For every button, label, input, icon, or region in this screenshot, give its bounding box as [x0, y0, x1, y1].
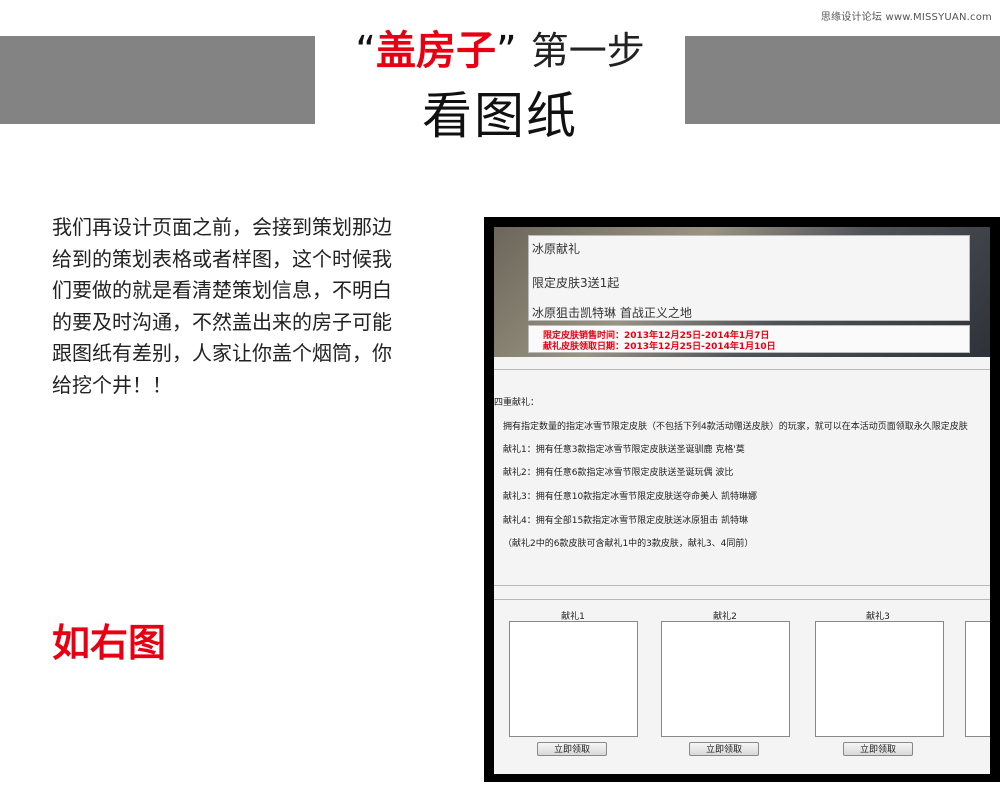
claim-button[interactable]: 立即领取: [843, 742, 913, 756]
banner-text-box: 冰原献礼 限定皮肤3送1起 冰原狙击凯特琳 首战正义之地: [528, 235, 970, 321]
page-subtitle: 看图纸: [422, 87, 578, 145]
intro-line: 给到的策划表格或者样图，这个时候我: [52, 246, 392, 271]
intro-line: 们要做的就是看清楚策划信息，不明白: [52, 278, 392, 302]
gift-rule: 献礼3：拥有任意10款指定冰雪节限定皮肤送夺命美人 凯特琳娜: [503, 492, 758, 502]
banner-dates-box: 限定皮肤销售时间：2013年12月25日-2014年1月7日 献礼皮肤领取日期：…: [528, 325, 970, 353]
page-title: “盖房子” 第一步: [0, 18, 1000, 76]
gift-card-image: [509, 621, 638, 737]
gift-rule: 献礼1：拥有任意3款指定冰雪节限定皮肤送圣诞驯鹿 克格'莫: [503, 445, 745, 455]
intro-line: 跟图纸有差别，人家让你盖个烟筒，你: [52, 341, 392, 365]
divider: [494, 369, 990, 370]
intro-line: 我们再设计页面之前，会接到策划那边: [52, 215, 392, 239]
quote-open: “: [355, 28, 376, 74]
rules-intro: 拥有指定数量的指定冰雪节限定皮肤（不包括下列4款活动赠送皮肤）的玩家，就可以在本…: [503, 422, 968, 432]
banner-subtitle: 限定皮肤3送1起: [532, 276, 620, 290]
gift-card-image: [815, 621, 944, 737]
gift-card-image: [661, 621, 790, 737]
see-right-label: 如右图: [52, 621, 167, 665]
intro-paragraph: 我们再设计页面之前，会接到策划那边 给到的策划表格或者样图，这个时候我 们要做的…: [52, 212, 472, 401]
title-step: 第一步: [530, 29, 645, 73]
title-highlight: 盖房子: [375, 28, 496, 74]
mockup-banner: 冰原献礼 限定皮肤3送1起 冰原狙击凯特琳 首战正义之地 限定皮肤销售时间：20…: [494, 227, 990, 357]
rules-note: （献礼2中的6款皮肤可含献礼1中的3款皮肤，献礼3、4同前）: [503, 539, 754, 549]
claim-time: 献礼皮肤领取日期：2013年12月25日-2014年1月10日: [543, 342, 776, 352]
divider: [494, 599, 990, 600]
gift-rule: 献礼4：拥有全部15款指定冰雪节限定皮肤送冰原狙击 凯特琳: [503, 516, 749, 526]
banner-title: 冰原献礼: [532, 242, 581, 256]
quote-close: ”: [495, 28, 517, 74]
claim-button[interactable]: 立即领取: [689, 742, 759, 756]
divider: [494, 585, 990, 586]
claim-button[interactable]: 立即领取: [537, 742, 607, 756]
rules-heading: 四重献礼：: [494, 398, 540, 408]
gift-card-image-partial: [965, 621, 990, 737]
banner-slogan: 冰原狙击凯特琳 首战正义之地: [532, 306, 692, 320]
mockup-screenshot: 冰原献礼 限定皮肤3送1起 冰原狙击凯特琳 首战正义之地 限定皮肤销售时间：20…: [494, 227, 990, 774]
intro-line: 给挖个井！！: [52, 372, 172, 397]
gift-rule: 献礼2：拥有任意6款指定冰雪节限定皮肤送圣诞玩偶 波比: [503, 468, 734, 478]
intro-line: 的要及时沟通，不然盖出来的房子可能: [52, 309, 392, 334]
